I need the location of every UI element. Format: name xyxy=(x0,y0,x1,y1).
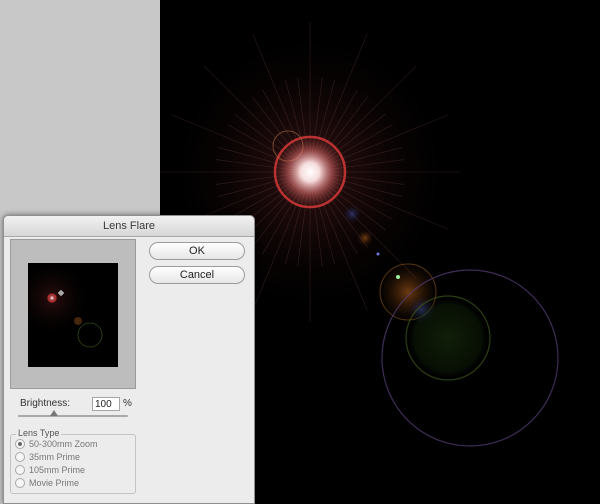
lens-option-movie-prime[interactable]: Movie Prime xyxy=(15,477,79,489)
lens-option-50-300mm-zoom[interactable]: 50-300mm Zoom xyxy=(15,438,98,450)
radio-button[interactable] xyxy=(15,465,25,475)
preview-image[interactable] xyxy=(12,258,118,367)
lens-option-35mm-prime[interactable]: 35mm Prime xyxy=(15,451,80,463)
brightness-label: Brightness: xyxy=(20,398,71,409)
radio-button[interactable] xyxy=(15,452,25,462)
lens-option-label: Movie Prime xyxy=(29,478,80,488)
dialog-title: Lens Flare xyxy=(4,216,254,237)
radio-button[interactable] xyxy=(15,439,25,449)
brightness-input[interactable] xyxy=(92,397,120,411)
lens-option-label: 105mm Prime xyxy=(29,465,86,475)
lens-type-legend: Lens Type xyxy=(16,428,62,438)
ok-button[interactable]: OK xyxy=(149,242,245,260)
lens-option-label: 50-300mm Zoom xyxy=(29,439,98,449)
preview-frame xyxy=(10,239,136,389)
lens-option-label: 35mm Prime xyxy=(29,452,81,462)
cancel-button[interactable]: Cancel xyxy=(149,266,245,284)
brightness-slider-thumb[interactable] xyxy=(50,410,59,416)
lens-option-105mm-prime[interactable]: 105mm Prime xyxy=(15,464,85,476)
radio-button[interactable] xyxy=(15,478,25,488)
brightness-unit: % xyxy=(123,398,132,409)
preview-flare xyxy=(12,258,103,348)
lens-flare-dialog: Lens Flare OK Cancel Brightness: 100 % L… xyxy=(3,215,255,504)
brightness-slider-track[interactable] xyxy=(18,415,128,417)
